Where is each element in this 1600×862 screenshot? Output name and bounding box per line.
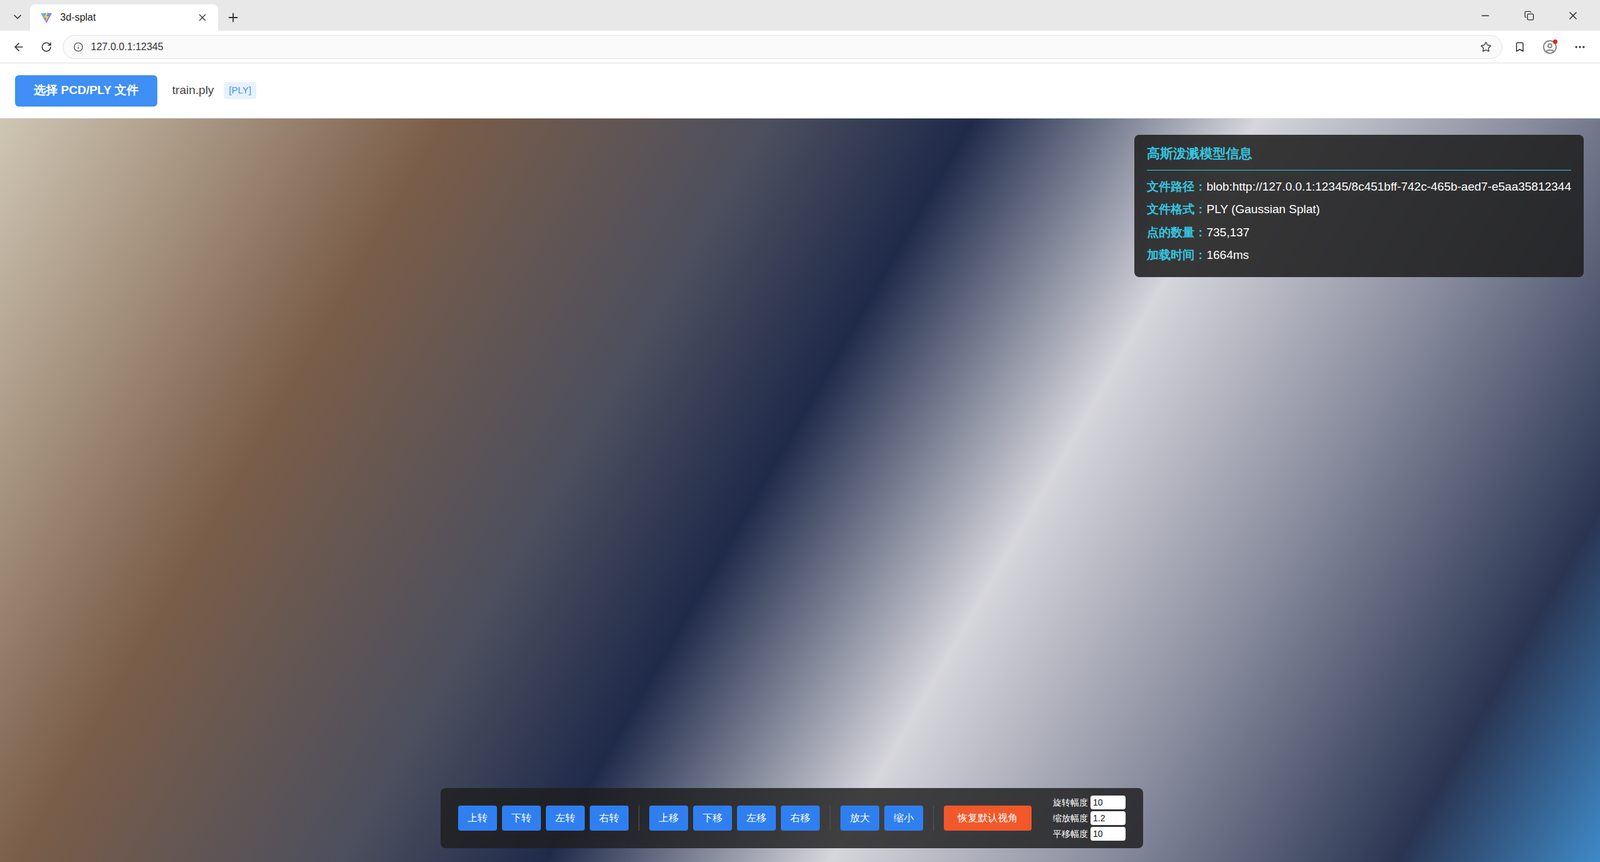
toolbar-button[interactable]: 左移: [737, 805, 776, 831]
param-input[interactable]: 1.2: [1090, 810, 1126, 825]
plus-icon: [226, 10, 241, 25]
notification-dot: [1552, 39, 1558, 44]
info-label: 点的数量：: [1146, 223, 1207, 242]
toolbar-button[interactable]: 右移: [780, 805, 820, 831]
toolbar-button[interactable]: 缩小: [884, 805, 924, 831]
info-value: blob:http://127.0.0.1:12345/8c451bff-742…: [1206, 177, 1572, 197]
toolbar-group: 上移下移左移右移: [638, 805, 820, 831]
param-label: 平移幅度: [1052, 827, 1088, 841]
toolbar-button[interactable]: 放大: [840, 805, 880, 831]
info-row: 加载时间：1664ms: [1146, 246, 1572, 265]
param-input[interactable]: 10: [1090, 826, 1126, 841]
more-button[interactable]: [1567, 35, 1593, 59]
browser-tab[interactable]: 3d-splat: [30, 4, 219, 31]
info-value: 735,137: [1206, 223, 1250, 242]
site-info-icon: [73, 41, 84, 53]
browser-window: 3d-splat 127.0.0.1:12345 选择 PCD/PLY 文件 trai…: [0, 0, 1600, 862]
file-name: train.ply: [172, 81, 215, 100]
param-list: 旋转幅度10缩放幅度1.2平移幅度10: [1052, 795, 1126, 841]
reload-button[interactable]: [35, 35, 58, 59]
site-logo-icon: [40, 11, 53, 24]
reload-icon: [40, 41, 53, 53]
profile-button[interactable]: [1537, 35, 1563, 59]
open-file-button[interactable]: 选择 PCD/PLY 文件: [15, 75, 158, 107]
navigation-bar: 127.0.0.1:12345: [0, 30, 1600, 64]
minimize-icon: [1479, 10, 1491, 22]
splat-viewer-canvas[interactable]: 高斯泼溅模型信息文件路径：blob:http://127.0.0.1:12345…: [0, 118, 1600, 862]
address-text: 127.0.0.1:12345: [90, 39, 1473, 55]
format-badge: [PLY]: [223, 82, 257, 100]
toolbar-button[interactable]: 左转: [545, 805, 585, 831]
back-button[interactable]: [7, 35, 31, 59]
window-controls: [1463, 0, 1595, 31]
toolbar-button[interactable]: 右转: [589, 805, 629, 831]
info-label: 文件格式：: [1146, 200, 1207, 219]
tab-title: 3d-splat: [60, 10, 190, 26]
page-header: 选择 PCD/PLY 文件 train.ply [PLY]: [0, 63, 1600, 119]
info-value: PLY (Gaussian Splat): [1206, 200, 1320, 219]
toolbar-button[interactable]: 上转: [458, 805, 497, 831]
param-row: 平移幅度10: [1052, 826, 1126, 841]
chevron-down-icon: [11, 10, 24, 24]
info-panel-title: 高斯泼溅模型信息: [1146, 143, 1572, 171]
param-label: 旋转幅度: [1052, 795, 1088, 810]
toolbar-button[interactable]: 上移: [649, 805, 689, 831]
restore-button[interactable]: [1507, 10, 1552, 21]
toolbar-button[interactable]: 下移: [693, 805, 733, 831]
toolbar-group: 上转下转左转右转: [458, 805, 629, 831]
close-window-icon: [1566, 9, 1580, 22]
minimize-button[interactable]: [1463, 10, 1508, 22]
more-icon: [1573, 40, 1587, 54]
view-toolbar: 上转下转左转右转上移下移左移右移放大缩小恢复默认视角旋转幅度10缩放幅度1.2平…: [440, 787, 1144, 848]
info-row: 文件路径：blob:http://127.0.0.1:12345/8c451bf…: [1146, 177, 1572, 197]
favorite-star-icon[interactable]: [1480, 41, 1492, 53]
tab-list-button[interactable]: [5, 3, 31, 31]
address-field[interactable]: 127.0.0.1:12345: [62, 35, 1503, 59]
close-tab-icon[interactable]: [196, 11, 209, 24]
info-label: 加载时间：: [1146, 246, 1207, 265]
param-row: 旋转幅度10: [1052, 795, 1126, 810]
close-window-button[interactable]: [1551, 9, 1595, 22]
param-row: 缩放幅度1.2: [1052, 810, 1126, 825]
restore-icon: [1524, 10, 1535, 21]
favorites-icon: [1514, 41, 1526, 53]
param-input[interactable]: 10: [1090, 795, 1126, 810]
reset-view-button[interactable]: 恢复默认视角: [943, 805, 1032, 831]
tab-strip: 3d-splat: [0, 0, 1600, 31]
info-row: 点的数量：735,137: [1146, 223, 1572, 242]
param-label: 缩放幅度: [1052, 811, 1088, 825]
new-tab-button[interactable]: [218, 4, 249, 31]
info-label: 文件路径：: [1146, 177, 1207, 197]
back-arrow-icon: [12, 40, 26, 54]
toolbar-group: 放大缩小: [829, 805, 924, 831]
info-value: 1664ms: [1206, 246, 1250, 265]
info-row: 文件格式：PLY (Gaussian Splat): [1146, 200, 1572, 219]
favorites-button[interactable]: [1507, 35, 1533, 59]
toolbar-button[interactable]: 下转: [501, 805, 541, 831]
model-info-panel: 高斯泼溅模型信息文件路径：blob:http://127.0.0.1:12345…: [1134, 134, 1584, 278]
